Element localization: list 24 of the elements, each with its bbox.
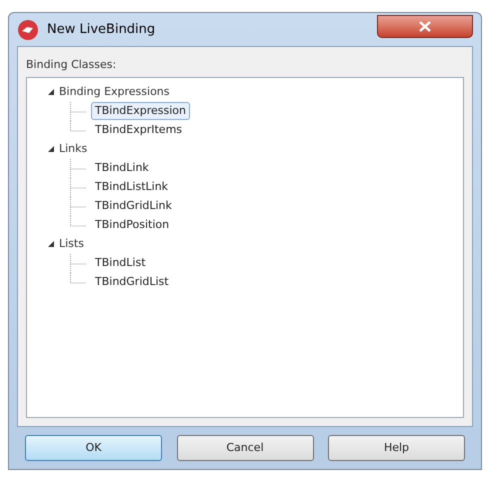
expanded-triangle-icon[interactable] [47,240,55,248]
expanded-triangle-icon[interactable] [47,145,55,153]
dialog-button[interactable]: OK [25,435,162,461]
tree-item[interactable]: TBindExpression [91,102,190,120]
close-button[interactable] [377,15,473,38]
app-logo-icon [17,18,39,40]
tree-line [70,158,87,178]
tree-item[interactable]: TBindLink [91,158,153,178]
close-icon [419,21,431,32]
window-title: New LiveBinding [47,20,156,39]
tree-item[interactable]: TBindGridLink [91,196,176,216]
tree-line [70,178,87,196]
dialog-button[interactable]: Help [328,435,465,461]
tree-item[interactable]: TBindGridList [91,272,173,292]
tree-group-label[interactable]: Binding Expressions [59,84,170,100]
expanded-triangle-icon[interactable] [47,88,55,96]
tree-item[interactable]: TBindListLink [91,178,172,196]
tree-item[interactable]: TBindPosition [91,216,174,234]
tree-item[interactable]: TBindExprItems [91,120,186,140]
binding-classes-label: Binding Classes: [26,57,118,73]
tree-item[interactable]: TBindList [91,254,150,272]
tree-group-label[interactable]: Lists [59,236,84,252]
tree-group-label[interactable]: Links [59,140,88,158]
dialog-button[interactable]: Cancel [176,435,314,461]
